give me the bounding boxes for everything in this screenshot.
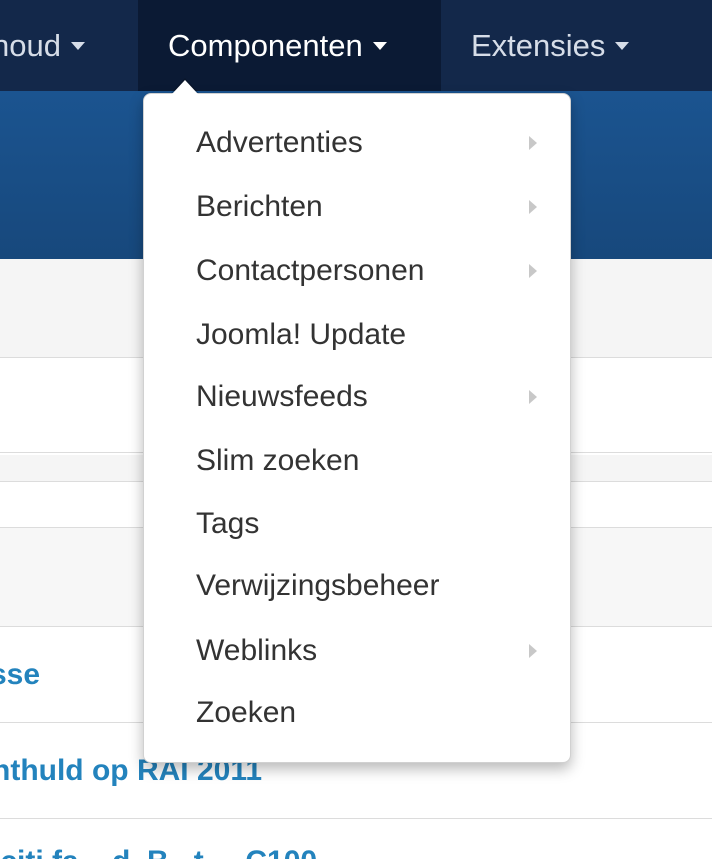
menu-item-label: Verwijzingsbeheer <box>196 569 440 602</box>
caret-right-icon <box>529 136 537 150</box>
menu-item-label: Zoeken <box>196 696 297 729</box>
menu-item-label: Advertenties <box>196 126 363 159</box>
nav-item-label: Componenten <box>168 28 363 63</box>
caret-right-icon <box>529 644 537 658</box>
article-link[interactable]: iciti fa... d. B...t.... C100 <box>0 845 317 859</box>
caret-down-icon <box>615 41 630 50</box>
caret-right-icon <box>529 390 537 404</box>
menu-item-advertenties[interactable]: Advertenties <box>144 111 570 174</box>
top-navbar: noud Componenten Extensies <box>0 0 712 91</box>
nav-item-label: Extensies <box>471 28 606 63</box>
dropdown-pointer <box>172 80 198 94</box>
nav-item-inhoud[interactable]: noud <box>0 0 103 91</box>
menu-item-slim-zoeken[interactable]: Slim zoeken <box>144 429 570 492</box>
caret-right-icon <box>529 200 537 214</box>
menu-item-label: Berichten <box>196 190 323 223</box>
menu-item-berichten[interactable]: Berichten <box>144 175 570 238</box>
caret-down-icon <box>372 41 387 50</box>
menu-item-label: Slim zoeken <box>196 444 360 477</box>
menu-item-label: Nieuwsfeeds <box>196 380 368 413</box>
caret-down-icon <box>70 41 85 50</box>
article-link[interactable]: sse <box>0 658 40 692</box>
menu-item-label: Tags <box>196 507 260 540</box>
caret-right-icon <box>529 264 537 278</box>
menu-item-joomla-update[interactable]: Joomla! Update <box>144 303 570 366</box>
menu-item-contactpersonen[interactable]: Contactpersonen <box>144 239 570 302</box>
menu-item-nieuwsfeeds[interactable]: Nieuwsfeeds <box>144 365 570 428</box>
nav-item-label: noud <box>0 28 61 63</box>
menu-item-weblinks[interactable]: Weblinks <box>144 619 570 682</box>
menu-item-verwijzingsbeheer[interactable]: Verwijzingsbeheer <box>144 554 570 617</box>
admin-page: noud Componenten Extensies sse nthuld op… <box>0 0 712 859</box>
row-divider <box>0 818 712 819</box>
menu-item-label: Contactpersonen <box>196 254 425 287</box>
nav-item-extensies[interactable]: Extensies <box>471 0 630 91</box>
menu-item-label: Weblinks <box>196 634 318 667</box>
menu-item-label: Joomla! Update <box>196 318 407 351</box>
menu-item-tags[interactable]: Tags <box>144 492 570 555</box>
componenten-dropdown-menu: Advertenties Berichten Contactpersonen J… <box>143 93 571 763</box>
menu-item-zoeken[interactable]: Zoeken <box>144 681 570 744</box>
